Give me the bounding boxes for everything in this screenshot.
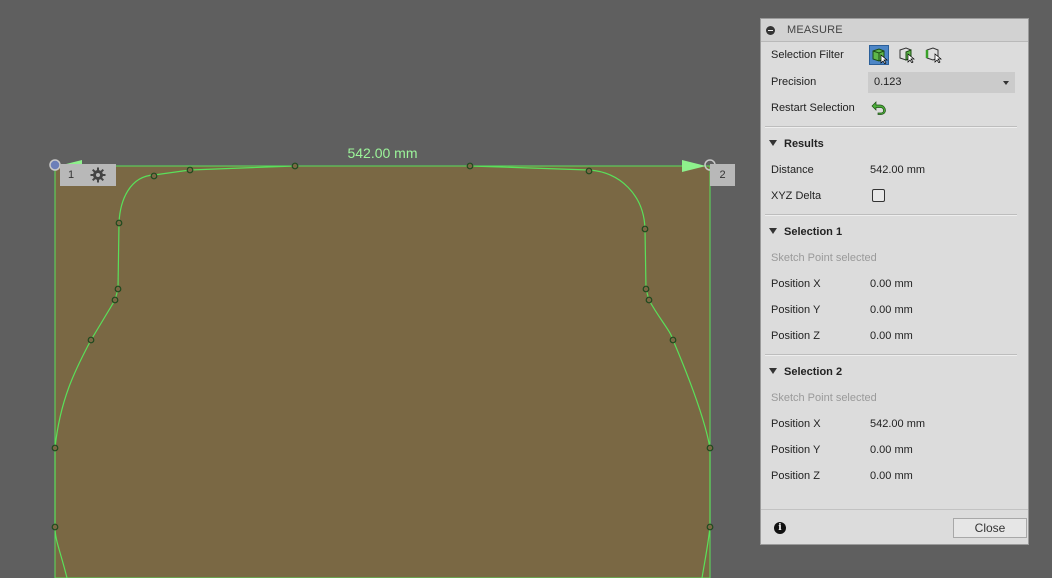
info-icon[interactable]: i xyxy=(774,522,786,534)
sketch-point xyxy=(291,162,299,170)
selection1-x-value: 0.00 mm xyxy=(870,278,913,290)
gear-icon[interactable] xyxy=(90,167,106,183)
distance-label: Distance xyxy=(771,164,814,176)
selection1-status: Sketch Point selected xyxy=(771,252,877,264)
sketch-point xyxy=(466,162,474,170)
selection2-x-value: 542.00 mm xyxy=(870,418,926,430)
dimension-label[interactable]: 542.00 mm xyxy=(330,145,435,161)
precision-value: 0.123 xyxy=(874,76,902,88)
measure-panel: MEASURE Selection Filter Precision 0.123… xyxy=(760,18,1029,545)
sketch-point xyxy=(585,167,593,175)
triangle-down-icon xyxy=(769,368,777,374)
point-1-tag[interactable]: 1 xyxy=(60,164,116,186)
panel-title: MEASURE xyxy=(787,24,843,36)
sketch-point xyxy=(669,336,677,344)
sketch-point xyxy=(51,444,59,452)
precision-select[interactable]: 0.123 xyxy=(868,72,1015,93)
restart-icon[interactable] xyxy=(871,99,887,115)
point-1-label: 1 xyxy=(68,169,75,181)
sketch-point xyxy=(150,172,158,180)
footer-divider xyxy=(761,509,1028,510)
collapse-icon[interactable] xyxy=(766,26,775,35)
sketch-point xyxy=(111,296,119,304)
sketch-point xyxy=(641,225,649,233)
xyz-delta-checkbox[interactable] xyxy=(872,189,885,202)
results-title: Results xyxy=(784,138,824,150)
selection1-z-label: Position Z xyxy=(771,330,820,342)
divider xyxy=(765,214,1017,216)
selection2-x-label: Position X xyxy=(771,418,821,430)
sketch-point xyxy=(645,296,653,304)
close-button[interactable]: Close xyxy=(953,518,1027,538)
selection2-y-label: Position Y xyxy=(771,444,821,456)
divider xyxy=(765,354,1017,356)
selection1-y-value: 0.00 mm xyxy=(870,304,913,316)
face-filter-icon[interactable] xyxy=(897,45,917,65)
sketch-point xyxy=(115,219,123,227)
triangle-down-icon xyxy=(769,140,777,146)
selection-filter-label: Selection Filter xyxy=(771,49,844,61)
selection2-y-value: 0.00 mm xyxy=(870,444,913,456)
panel-header[interactable]: MEASURE xyxy=(761,19,1028,42)
distance-value: 542.00 mm xyxy=(870,164,926,176)
body-filter-icon[interactable] xyxy=(869,45,889,65)
sketch-point xyxy=(706,444,714,452)
selection1-y-label: Position Y xyxy=(771,304,821,316)
selection1-x-label: Position X xyxy=(771,278,821,290)
edge-filter-icon[interactable] xyxy=(924,45,944,65)
body-shape[interactable] xyxy=(54,165,711,578)
selection1-z-value: 0.00 mm xyxy=(870,330,913,342)
sketch-point xyxy=(51,523,59,531)
selection1-title: Selection 1 xyxy=(784,226,843,238)
sketch-point xyxy=(87,336,95,344)
precision-label: Precision xyxy=(771,76,817,88)
restart-selection-label: Restart Selection xyxy=(771,102,855,114)
sketch-point xyxy=(114,285,122,293)
selection2-section-toggle[interactable]: Selection 2 xyxy=(769,366,842,378)
divider xyxy=(765,126,1017,128)
sketch-point xyxy=(642,285,650,293)
selection2-z-label: Position Z xyxy=(771,470,820,482)
selection1-section-toggle[interactable]: Selection 1 xyxy=(769,226,842,238)
selection2-z-value: 0.00 mm xyxy=(870,470,913,482)
sketch-point xyxy=(186,166,194,174)
triangle-down-icon xyxy=(769,228,777,234)
point-1-marker[interactable] xyxy=(49,159,61,171)
xyz-delta-label: XYZ Delta xyxy=(771,190,822,202)
selection2-status: Sketch Point selected xyxy=(771,392,877,404)
selection2-title: Selection 2 xyxy=(784,366,843,378)
results-section-toggle[interactable]: Results xyxy=(769,138,824,150)
point-2-tag[interactable]: 2 xyxy=(710,164,735,186)
chevron-down-icon xyxy=(1003,81,1009,85)
sketch-point xyxy=(706,523,714,531)
